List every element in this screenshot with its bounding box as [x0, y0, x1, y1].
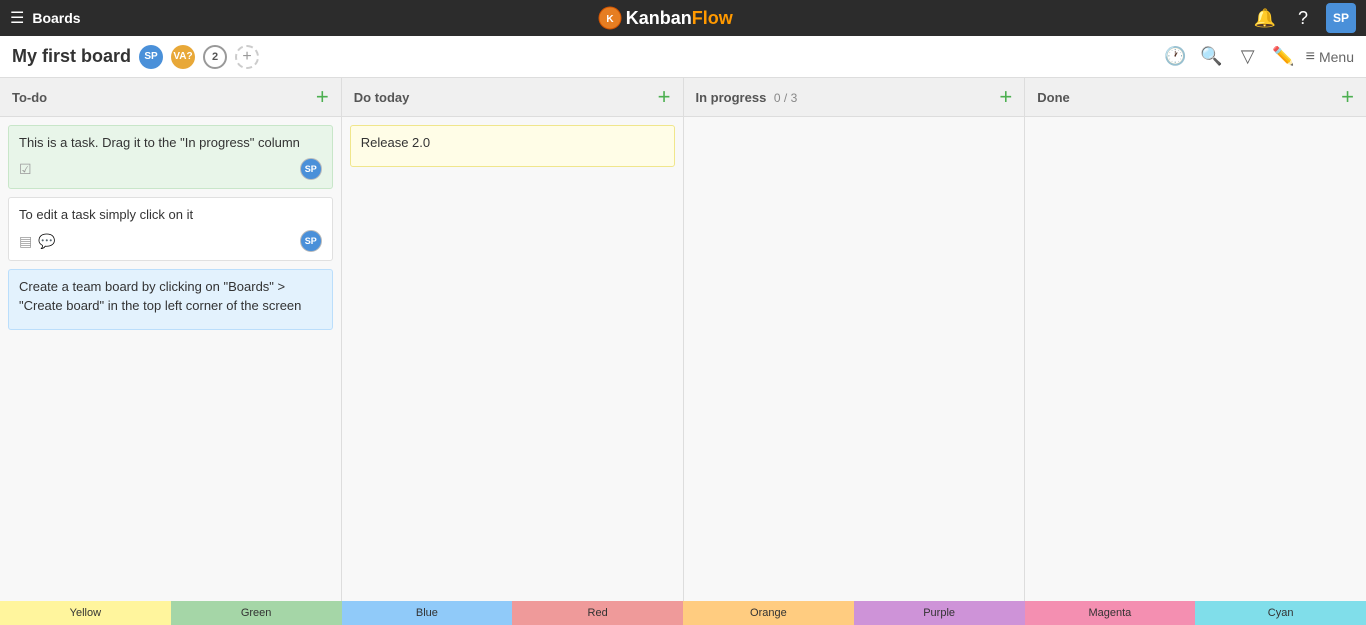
add-member-button[interactable]: + — [235, 45, 259, 69]
card-do-today-1-text: Release 2.0 — [361, 134, 664, 152]
color-bar-magenta-label: Magenta — [1088, 607, 1131, 619]
color-bar-yellow[interactable]: Yellow — [0, 601, 171, 625]
color-bar-purple-label: Purple — [923, 607, 955, 619]
logo-text: KanbanFlow — [626, 8, 733, 29]
top-navigation: ☰ Boards K KanbanFlow 🔔 ? SP — [0, 0, 1366, 36]
board-title: My first board — [12, 46, 131, 67]
card-todo-2-footer: ▤ 💬 SP — [19, 230, 322, 252]
column-done-add-button[interactable]: + — [1341, 86, 1354, 108]
column-done-header: Done + — [1025, 78, 1366, 117]
column-in-progress-title: In progress — [696, 90, 767, 105]
column-todo: To-do + This is a task. Drag it to the "… — [0, 78, 342, 601]
column-in-progress: In progress 0 / 3 + — [684, 78, 1026, 601]
column-do-today-header: Do today + — [342, 78, 683, 117]
column-todo-add-button[interactable]: + — [316, 86, 329, 108]
filter-icon[interactable]: ▽ — [1234, 43, 1262, 71]
card-todo-1[interactable]: This is a task. Drag it to the "In progr… — [8, 125, 333, 189]
board-header: My first board SP VA? 2 + 🕐 🔍 ▽ ✏️ ≡ Men… — [0, 36, 1366, 78]
nav-right: 🔔 ? SP — [1250, 3, 1356, 33]
column-done: Done + — [1025, 78, 1366, 601]
card-todo-2-text: To edit a task simply click on it — [19, 206, 322, 224]
board-toolbar: 🕐 🔍 ▽ ✏️ ≡ Menu — [1162, 43, 1354, 71]
color-bar-blue[interactable]: Blue — [342, 601, 513, 625]
card-todo-1-avatar: SP — [300, 158, 322, 180]
card-todo-1-icons: ☑ — [19, 161, 32, 178]
card-todo-3[interactable]: Create a team board by clicking on "Boar… — [8, 269, 333, 329]
note-icon: ▤ — [19, 233, 32, 250]
notification-button[interactable]: 🔔 — [1250, 3, 1280, 33]
column-done-title: Done — [1037, 90, 1070, 105]
checklist-icon: ☑ — [19, 161, 32, 178]
column-todo-title: To-do — [12, 90, 47, 105]
nav-center: K KanbanFlow — [598, 6, 733, 30]
member-count-badge: 2 — [203, 45, 227, 69]
logo-flow: Flow — [692, 8, 733, 28]
card-todo-1-footer: ☑ SP — [19, 158, 322, 180]
card-todo-2-icons: ▤ 💬 — [19, 233, 56, 250]
color-bar-green[interactable]: Green — [171, 601, 342, 625]
color-bar-red[interactable]: Red — [512, 601, 683, 625]
logo-icon: K — [598, 6, 622, 30]
column-in-progress-count: 0 / 3 — [774, 91, 797, 105]
nav-left: ☰ Boards — [10, 8, 81, 28]
column-todo-header: To-do + — [0, 78, 341, 117]
column-do-today-body: Release 2.0 — [342, 117, 683, 601]
color-bar-cyan[interactable]: Cyan — [1195, 601, 1366, 625]
menu-button[interactable]: ≡ Menu — [1306, 48, 1354, 66]
clock-icon[interactable]: 🕐 — [1162, 43, 1190, 71]
color-bar-orange-label: Orange — [750, 607, 787, 619]
card-do-today-1[interactable]: Release 2.0 — [350, 125, 675, 167]
color-bar-green-label: Green — [241, 607, 272, 619]
columns-container: To-do + This is a task. Drag it to the "… — [0, 78, 1366, 601]
svg-text:K: K — [606, 14, 614, 25]
color-bar-red-label: Red — [588, 607, 608, 619]
member-avatar-sp[interactable]: SP — [139, 45, 163, 69]
color-bar-yellow-label: Yellow — [70, 607, 101, 619]
boards-label[interactable]: Boards — [32, 10, 80, 26]
edit-icon[interactable]: ✏️ — [1270, 43, 1298, 71]
card-todo-3-text: Create a team board by clicking on "Boar… — [19, 278, 322, 314]
color-bar-cyan-label: Cyan — [1268, 607, 1294, 619]
member-avatar-va[interactable]: VA? — [171, 45, 195, 69]
column-do-today-add-button[interactable]: + — [658, 86, 671, 108]
color-bar-magenta[interactable]: Magenta — [1025, 601, 1196, 625]
hamburger-icon[interactable]: ☰ — [10, 8, 24, 28]
column-todo-body: This is a task. Drag it to the "In progr… — [0, 117, 341, 601]
color-bar-purple[interactable]: Purple — [854, 601, 1025, 625]
card-todo-1-text: This is a task. Drag it to the "In progr… — [19, 134, 322, 152]
column-in-progress-header: In progress 0 / 3 + — [684, 78, 1025, 117]
card-todo-2[interactable]: To edit a task simply click on it ▤ 💬 SP — [8, 197, 333, 261]
column-in-progress-title-group: In progress 0 / 3 — [696, 90, 798, 105]
column-in-progress-body — [684, 117, 1025, 601]
menu-label: Menu — [1319, 49, 1354, 65]
card-todo-2-avatar: SP — [300, 230, 322, 252]
color-bar-blue-label: Blue — [416, 607, 438, 619]
column-in-progress-add-button[interactable]: + — [999, 86, 1012, 108]
user-avatar-button[interactable]: SP — [1326, 3, 1356, 33]
column-do-today-title: Do today — [354, 90, 410, 105]
column-do-today: Do today + Release 2.0 — [342, 78, 684, 601]
menu-lines-icon: ≡ — [1306, 48, 1315, 66]
help-button[interactable]: ? — [1288, 3, 1318, 33]
color-bar: Yellow Green Blue Red Orange Purple Mage… — [0, 601, 1366, 625]
logo-kanban: Kanban — [626, 8, 692, 28]
color-bar-orange[interactable]: Orange — [683, 601, 854, 625]
column-done-body — [1025, 117, 1366, 601]
search-icon[interactable]: 🔍 — [1198, 43, 1226, 71]
comment-icon: 💬 — [38, 233, 55, 250]
